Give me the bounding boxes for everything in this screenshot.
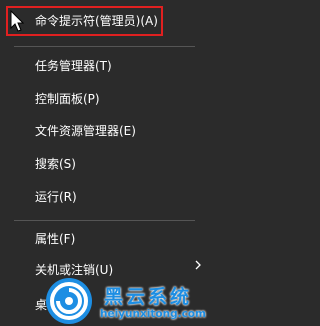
- highlight-box: [6, 6, 163, 36]
- menu-item-task-manager[interactable]: 任务管理器(T): [35, 56, 112, 76]
- watermark: 桌 黑云系统 heiyunxitong.com: [0, 276, 211, 326]
- menu-item-file-explorer[interactable]: 文件资源管理器(E): [35, 121, 136, 141]
- menu-item-label: 关机或注销(U): [35, 263, 114, 277]
- menu-item-label: 文件资源管理器(E): [35, 124, 136, 138]
- watermark-title: 黑云系统: [104, 286, 193, 308]
- menu-item-search[interactable]: 搜索(S): [35, 154, 76, 174]
- menu-separator: [14, 220, 195, 221]
- menu-item-label: 属性(F): [35, 232, 76, 246]
- menu-item-run[interactable]: 运行(R): [35, 187, 77, 207]
- menu-item-properties[interactable]: 属性(F): [35, 229, 75, 249]
- menu-item-control-panel[interactable]: 控制面板(P): [35, 89, 100, 109]
- menu-item-label: 运行(R): [35, 190, 77, 204]
- menu-separator: [14, 46, 195, 47]
- watermark-url: heiyunxitong.com: [100, 308, 206, 320]
- mouse-cursor-icon: [10, 10, 24, 32]
- chevron-right-icon: [195, 260, 201, 270]
- watermark-logo-icon: [46, 278, 92, 324]
- menu-item-label: 任务管理器(T): [35, 59, 112, 73]
- menu-item-label: 搜索(S): [35, 157, 76, 171]
- menu-item-label: 控制面板(P): [35, 92, 100, 106]
- context-menu: 命令提示符(管理员)(A) 任务管理器(T) 控制面板(P) 文件资源管理器(E…: [0, 0, 211, 326]
